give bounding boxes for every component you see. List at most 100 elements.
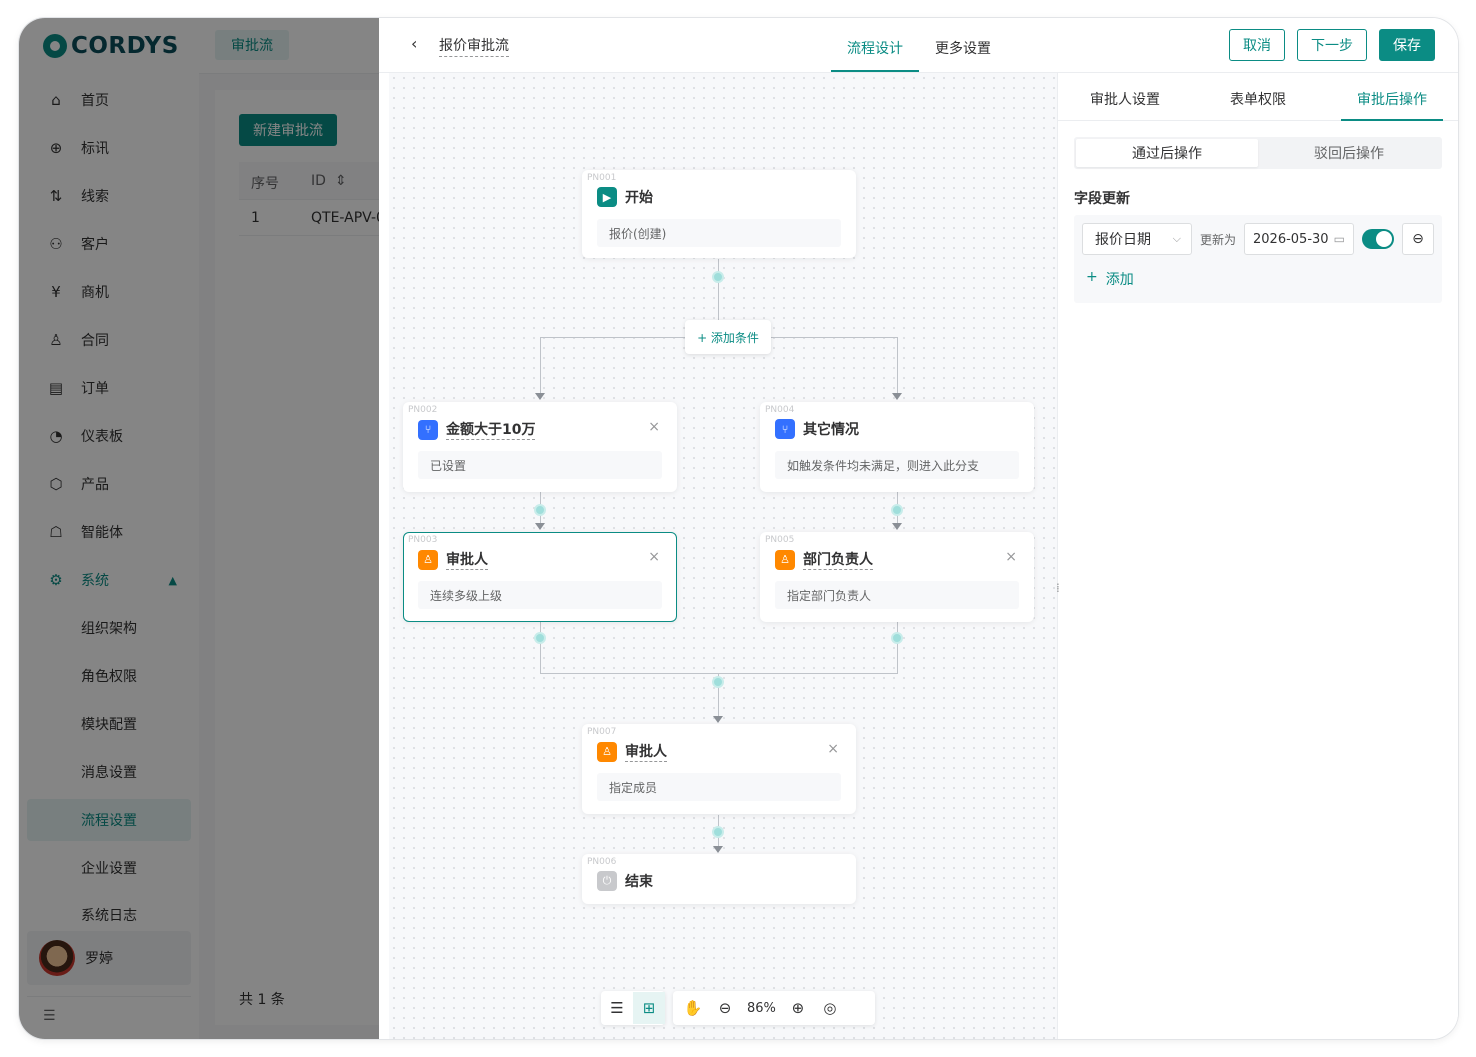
stamp-icon: ♙ bbox=[597, 741, 617, 762]
segment-after-pass[interactable]: 通过后操作 bbox=[1076, 139, 1258, 167]
grid-layout-icon[interactable]: ⊞ bbox=[633, 992, 665, 1024]
node-settings-panel: ⁞ 审批人设置 表单权限 审批后操作 通过后操作 驳回后操作 字段更新 报价日期… bbox=[1056, 73, 1458, 1039]
next-step-button[interactable]: 下一步 bbox=[1297, 29, 1367, 61]
arrow-down-icon bbox=[713, 716, 723, 723]
flow-node-end[interactable]: PN006 ⏻ 结束 bbox=[582, 854, 856, 904]
app-window: CORDYS ⌂ 首页 ⊕ 标讯 ⇅ 线索 ⚇ 客户 ¥ 商机 ♙ 合同 ▤ 订单 ◔ 仪表板 … bbox=[19, 18, 1458, 1039]
section-title: 字段更新 bbox=[1074, 191, 1130, 207]
flow-node-approver-2[interactable]: PN007 ♙ 审批人 × 指定成员 bbox=[582, 724, 856, 814]
add-node-dot[interactable] bbox=[712, 271, 724, 283]
stamp-icon: ♙ bbox=[775, 549, 795, 570]
power-icon: ⏻ bbox=[597, 871, 617, 891]
arrow-down-icon bbox=[892, 393, 902, 400]
node-title: 其它情况 bbox=[803, 422, 859, 438]
connector bbox=[540, 673, 898, 674]
tab-process-design[interactable]: 流程设计 bbox=[847, 38, 903, 58]
drawer-header: ‹ 报价审批流 流程设计 更多设置 取消 下一步 保存 bbox=[379, 18, 1458, 73]
zoom-in-icon[interactable]: ⊕ bbox=[782, 992, 814, 1024]
branch-icon: ⑂ bbox=[418, 419, 438, 440]
back-arrow-icon[interactable]: ‹ bbox=[411, 34, 417, 53]
branch-icon: ⑂ bbox=[775, 419, 795, 439]
node-title[interactable]: 金额大于10万 bbox=[446, 419, 536, 440]
arrow-down-icon bbox=[892, 523, 902, 530]
plus-icon: + bbox=[1086, 269, 1098, 285]
vertical-layout-icon[interactable]: ☰ bbox=[601, 992, 633, 1024]
add-condition-button[interactable]: + 添加条件 bbox=[685, 320, 771, 354]
update-to-label: 更新为 bbox=[1200, 233, 1237, 247]
close-icon[interactable]: × bbox=[648, 419, 660, 435]
arrow-down-icon bbox=[535, 523, 545, 530]
node-title: 开始 bbox=[625, 190, 653, 206]
connector bbox=[540, 621, 541, 673]
close-icon[interactable]: × bbox=[648, 549, 660, 565]
connector bbox=[897, 621, 898, 673]
save-button[interactable]: 保存 bbox=[1379, 29, 1435, 61]
flow-node-condition-amount[interactable]: PN002 ⑂ 金额大于10万 × 已设置 bbox=[403, 402, 677, 492]
field-select[interactable]: 报价日期 ⌵ bbox=[1082, 223, 1192, 255]
overlay-mask[interactable] bbox=[19, 18, 379, 1039]
flow-node-start[interactable]: PN001 ▶ 开始 报价(创建) bbox=[582, 170, 856, 258]
play-icon: ▶ bbox=[597, 187, 617, 207]
connector bbox=[540, 337, 541, 393]
connector bbox=[897, 337, 898, 393]
tab-post-approval-actions[interactable]: 审批后操作 bbox=[1357, 89, 1427, 109]
active-tab-indicator bbox=[831, 70, 919, 72]
field-update-row: 报价日期 ⌵ 更新为 2026-05-30 ▭ ⊖ + 添加 bbox=[1074, 215, 1442, 303]
layout-toolbar: ☰ ⊞ bbox=[601, 991, 665, 1025]
add-node-dot[interactable] bbox=[712, 676, 724, 688]
flow-node-condition-other[interactable]: PN004 ⑂ 其它情况 如触发条件均未满足，则进入此分支 bbox=[760, 402, 1034, 492]
calendar-icon: ▭ bbox=[1333, 232, 1345, 246]
minus-circle-icon: ⊖ bbox=[1412, 231, 1424, 247]
flow-node-approver-1[interactable]: PN003 ♙ 审批人 × 连续多级上级 bbox=[403, 532, 677, 622]
node-description: 指定成员 bbox=[597, 773, 841, 801]
action-segment-control: 通过后操作 驳回后操作 bbox=[1074, 137, 1442, 169]
node-title[interactable]: 部门负责人 bbox=[803, 549, 873, 570]
remove-field-button[interactable]: ⊖ bbox=[1402, 223, 1434, 255]
date-picker[interactable]: 2026-05-30 ▭ bbox=[1244, 223, 1354, 255]
arrow-down-icon bbox=[535, 393, 545, 400]
flow-node-dept-head[interactable]: PN005 ♙ 部门负责人 × 指定部门负责人 bbox=[760, 532, 1034, 622]
resize-handle-icon[interactable]: ⁞ bbox=[1056, 581, 1060, 595]
add-node-dot[interactable] bbox=[891, 504, 903, 516]
node-id: PN001 bbox=[587, 173, 617, 183]
node-id: PN005 bbox=[765, 535, 795, 545]
node-title[interactable]: 审批人 bbox=[625, 741, 667, 762]
active-tab-indicator bbox=[1341, 119, 1443, 121]
hand-pan-icon[interactable]: ✋ bbox=[677, 992, 709, 1024]
node-description: 如触发条件均未满足，则进入此分支 bbox=[775, 451, 1019, 479]
close-icon[interactable]: × bbox=[827, 741, 839, 757]
add-node-dot[interactable] bbox=[534, 504, 546, 516]
add-field-update-button[interactable]: + 添加 bbox=[1086, 269, 1134, 289]
node-description: 指定部门负责人 bbox=[775, 581, 1019, 609]
drawer-title[interactable]: 报价审批流 bbox=[439, 35, 509, 57]
add-node-dot[interactable] bbox=[891, 632, 903, 644]
flow-canvas[interactable]: + 添加条件 PN001 ▶ 开始 报价(创建) PN002 ⑂ 金额大于10万 ×… bbox=[389, 73, 1057, 1039]
fit-view-icon[interactable]: ◎ bbox=[814, 992, 846, 1024]
node-title[interactable]: 审批人 bbox=[446, 549, 488, 570]
zoom-out-icon[interactable]: ⊖ bbox=[709, 992, 741, 1024]
tab-approver-settings[interactable]: 审批人设置 bbox=[1090, 89, 1160, 109]
segment-after-reject[interactable]: 驳回后操作 bbox=[1258, 139, 1440, 167]
node-id: PN006 bbox=[587, 857, 617, 867]
node-id: PN007 bbox=[587, 727, 617, 737]
field-update-toggle[interactable] bbox=[1362, 229, 1394, 249]
cancel-button[interactable]: 取消 bbox=[1229, 29, 1285, 61]
background-app: CORDYS ⌂ 首页 ⊕ 标讯 ⇅ 线索 ⚇ 客户 ¥ 商机 ♙ 合同 ▤ 订单 ◔ 仪表板 … bbox=[19, 18, 395, 1039]
node-id: PN004 bbox=[765, 405, 795, 415]
node-id: PN002 bbox=[408, 405, 438, 415]
stamp-icon: ♙ bbox=[418, 549, 438, 570]
add-node-dot[interactable] bbox=[712, 826, 724, 838]
node-description: 报价(创建) bbox=[597, 219, 841, 247]
approval-flow-drawer: ‹ 报价审批流 流程设计 更多设置 取消 下一步 保存 + 添加条件 PN001… bbox=[379, 18, 1458, 1039]
node-title: 结束 bbox=[625, 874, 653, 890]
zoom-level: 86% bbox=[747, 1000, 776, 1016]
tab-form-permissions[interactable]: 表单权限 bbox=[1230, 89, 1286, 109]
chevron-down-icon: ⌵ bbox=[1172, 232, 1181, 245]
zoom-toolbar: ✋ ⊖ 86% ⊕ ◎ bbox=[673, 991, 875, 1025]
node-description: 连续多级上级 bbox=[418, 581, 662, 609]
tab-more-settings[interactable]: 更多设置 bbox=[935, 38, 991, 58]
node-description: 已设置 bbox=[418, 451, 662, 479]
arrow-down-icon bbox=[713, 846, 723, 853]
add-node-dot[interactable] bbox=[534, 632, 546, 644]
close-icon[interactable]: × bbox=[1005, 549, 1017, 565]
